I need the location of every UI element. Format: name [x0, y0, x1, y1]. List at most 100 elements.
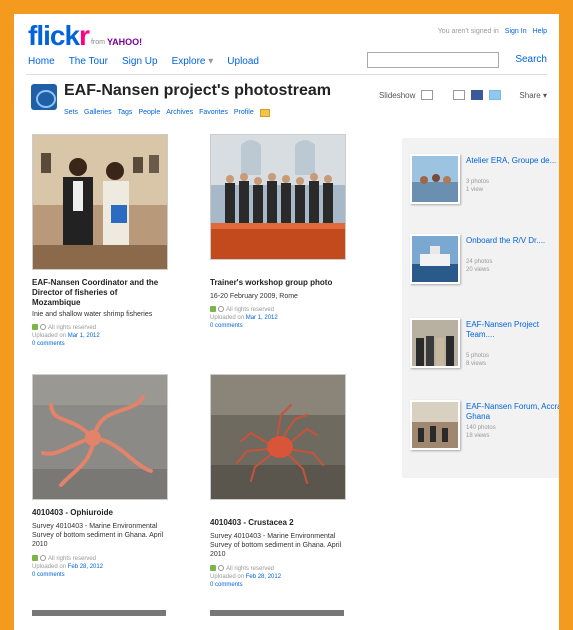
- photo-thumbnail-partial[interactable]: [32, 610, 166, 616]
- page-title: EAF-Nansen project's photostream: [64, 82, 331, 99]
- set-title[interactable]: EAF-Nansen Project Team....: [466, 320, 559, 340]
- sign-in-link[interactable]: Sign In: [505, 28, 527, 35]
- search-input[interactable]: [367, 52, 499, 68]
- photo-title-line: 4010403 - Ophiuroide: [32, 508, 113, 517]
- photo-title[interactable]: 4010403 - Ophiuroide: [32, 508, 113, 518]
- set-photo-count: 3 photos: [466, 179, 490, 185]
- subnav-galleries[interactable]: Galleries: [84, 109, 112, 117]
- set-thumbnail[interactable]: [410, 318, 460, 368]
- set-view-count: 18 views: [466, 433, 490, 439]
- set-item[interactable]: Onboard the R/V Dr.... 24 photos 20 view…: [410, 234, 559, 304]
- photo-description-line: Survey of bottom sediment in Ghana. Apri…: [210, 542, 342, 549]
- set-thumbnail[interactable]: [410, 234, 460, 284]
- subnav-profile[interactable]: Profile: [234, 109, 254, 117]
- license-icon: [32, 555, 38, 562]
- set-item[interactable]: EAF-Nansen Project Team.... 5 photos 8 v…: [410, 318, 559, 388]
- flickr-logo[interactable]: flick r from YAHOO!: [28, 20, 143, 52]
- uploaded-label: Uploaded on: [210, 315, 245, 321]
- help-link[interactable]: Help: [533, 28, 547, 35]
- set-image: [412, 236, 458, 282]
- set-thumbnail[interactable]: [410, 154, 460, 204]
- set-item[interactable]: EAF-Nansen Forum, Accra Ghana 140 photos…: [410, 400, 559, 470]
- set-view-count: 20 views: [466, 267, 490, 273]
- photo-title[interactable]: Trainer's workshop group photo: [210, 278, 332, 288]
- photo-meta: All rights reserved Uploaded on Feb 28, …: [210, 565, 281, 589]
- twitter-icon[interactable]: [489, 90, 502, 100]
- photo-coordinator-image: [33, 135, 167, 269]
- photo-description: Survey 4010403 - Marine Environmental Su…: [32, 522, 163, 549]
- upload-date-link[interactable]: Mar 1, 2012: [246, 315, 278, 321]
- main-nav: Home The Tour Sign Up Explore ▾ Upload: [28, 56, 259, 67]
- photo-thumbnail[interactable]: [210, 374, 346, 500]
- nav-home[interactable]: Home: [28, 56, 55, 67]
- set-view-count: 1 view: [466, 187, 484, 193]
- chevron-down-icon: ▾: [208, 56, 214, 67]
- slideshow-icon[interactable]: [421, 90, 434, 100]
- logo-text-r: r: [79, 20, 90, 51]
- signed-in-status: You aren't signed in: [437, 28, 499, 35]
- search-button[interactable]: Search: [515, 54, 547, 65]
- photo-workshop-image: [211, 135, 345, 259]
- photo-title[interactable]: EAF-Nansen Coordinator and the Director …: [32, 278, 158, 308]
- comments-link[interactable]: 0 comments: [210, 581, 281, 589]
- nav-explore[interactable]: Explore ▾: [172, 56, 214, 67]
- subnav-favorites[interactable]: Favorites: [199, 109, 228, 117]
- share-button[interactable]: Share ▾: [519, 91, 547, 100]
- logo-from: from: [90, 39, 105, 46]
- photo-title-line: Trainer's workshop group photo: [210, 278, 333, 287]
- comments-link[interactable]: 0 comments: [32, 571, 103, 579]
- nav-sign-up[interactable]: Sign Up: [122, 56, 158, 67]
- photostream-tools: Slideshow Share ▾: [379, 90, 547, 100]
- photo-title[interactable]: 4010403 - Crustacea 2: [210, 518, 294, 528]
- set-title[interactable]: EAF-Nansen Forum, Accra Ghana: [466, 402, 559, 422]
- slideshow-button[interactable]: Slideshow: [379, 91, 415, 100]
- header-divider: [26, 74, 547, 75]
- subnav-people[interactable]: People: [138, 109, 160, 117]
- rights-label: All rights reserved: [226, 566, 275, 572]
- subnav-archives[interactable]: Archives: [166, 109, 193, 117]
- copyright-icon: [40, 555, 46, 562]
- photo-thumbnail[interactable]: [32, 134, 168, 270]
- photo-description: Survey 4010403 - Marine Environmental Su…: [210, 532, 341, 559]
- flickr-page: flick r from YAHOO! Home The Tour Sign U…: [14, 14, 559, 630]
- rights-label: All rights reserved: [48, 556, 97, 562]
- photo-ophiuroide-image: [33, 375, 167, 499]
- photo-description-line: 16-20 February 2009, Rome: [210, 293, 298, 300]
- comments-link[interactable]: 0 comments: [32, 340, 100, 348]
- set-item[interactable]: Atelier ERA, Groupe de... 3 photos 1 vie…: [410, 154, 559, 224]
- facebook-icon[interactable]: [471, 90, 484, 100]
- nav-upload[interactable]: Upload: [227, 56, 259, 67]
- set-title[interactable]: Onboard the R/V Dr....: [466, 236, 559, 246]
- logo-text: flick: [28, 20, 80, 51]
- set-image: [412, 320, 458, 366]
- photo-description-line: Survey of bottom sediment in Ghana. Apri…: [32, 532, 164, 539]
- set-view-count: 8 views: [466, 361, 487, 367]
- comments-link[interactable]: 0 comments: [210, 322, 278, 330]
- buddy-icon[interactable]: [31, 84, 57, 110]
- upload-date-link[interactable]: Mar 1, 2012: [68, 333, 100, 339]
- photo-thumbnail[interactable]: [210, 134, 346, 260]
- photo-thumbnail-partial[interactable]: [210, 610, 344, 616]
- photo-title-line: EAF-Nansen Coordinator and the: [32, 278, 159, 287]
- nav-the-tour[interactable]: The Tour: [69, 56, 108, 67]
- photo-thumbnail[interactable]: [32, 374, 168, 500]
- photo-meta: All rights reserved Uploaded on Mar 1, 2…: [32, 324, 100, 348]
- set-image: [412, 402, 458, 448]
- subnav-tags[interactable]: Tags: [118, 109, 133, 117]
- photo-description-line: 2010: [32, 541, 48, 548]
- yahoo-logo: YAHOO!: [106, 37, 143, 47]
- subnav-sets[interactable]: Sets: [64, 109, 78, 117]
- set-thumbnail[interactable]: [410, 400, 460, 450]
- upload-date-link[interactable]: Feb 28, 2012: [246, 574, 281, 580]
- email-share-icon[interactable]: [453, 90, 466, 100]
- photo-description-line: Survey 4010403 - Marine Environmental: [210, 533, 336, 540]
- photo-description: 16-20 February 2009, Rome: [210, 292, 298, 301]
- license-icon: [210, 306, 216, 313]
- upload-date-link[interactable]: Feb 28, 2012: [68, 564, 103, 570]
- photo-description: Inie and shallow water shrimp fisheries: [32, 310, 152, 319]
- copyright-icon: [218, 306, 224, 313]
- set-photo-count: 140 photos: [466, 425, 496, 431]
- set-title[interactable]: Atelier ERA, Groupe de...: [466, 156, 559, 166]
- mail-icon[interactable]: [259, 109, 270, 117]
- photo-meta: All rights reserved Uploaded on Feb 28, …: [32, 555, 103, 579]
